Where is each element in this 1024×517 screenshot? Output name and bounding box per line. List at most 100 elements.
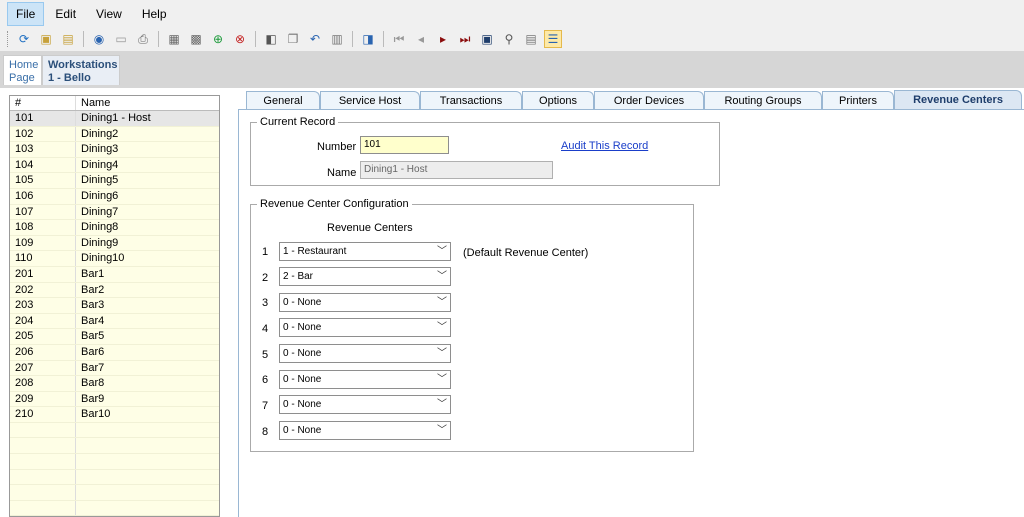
list-item[interactable]: 101 Dining1 - Host xyxy=(10,111,219,127)
new-icon[interactable]: ▣ xyxy=(37,30,55,48)
save-all-icon[interactable]: ▩ xyxy=(187,30,205,48)
list-item-number: 207 xyxy=(10,360,76,376)
breadcrumb-home-line2: Page xyxy=(9,72,35,84)
empty-cell xyxy=(10,454,76,469)
empty-cell xyxy=(10,485,76,500)
list-item[interactable]: 107 Dining7 xyxy=(10,204,219,221)
list-item[interactable]: 206 Bar6 xyxy=(10,344,219,361)
list-item-name: Bar7 xyxy=(81,361,105,374)
list-item[interactable]: 207 Bar7 xyxy=(10,360,219,377)
list-item[interactable]: 110 Dining10 xyxy=(10,251,219,267)
number-field[interactable]: 101 xyxy=(360,136,449,154)
revenue-center-select-6[interactable]: 0 - None ﹀ xyxy=(279,370,451,389)
save-icon[interactable]: ▦ xyxy=(165,30,183,48)
tab-service-host[interactable]: Service Host xyxy=(320,91,420,110)
add-icon[interactable]: ⊕ xyxy=(209,30,227,48)
revenue-center-select-5[interactable]: 0 - None ﹀ xyxy=(279,344,451,363)
list-item-number: 104 xyxy=(10,157,76,173)
breadcrumb-workstations[interactable]: Workstations 1 - Bello xyxy=(42,55,120,85)
tab-options[interactable]: Options xyxy=(522,91,594,110)
list-item[interactable]: 208 Bar8 xyxy=(10,376,219,392)
list-item[interactable]: 203 Bar3 xyxy=(10,298,219,314)
target-icon[interactable]: ◉ xyxy=(90,30,108,48)
menu-edit[interactable]: Edit xyxy=(46,2,85,26)
list-item-number: 109 xyxy=(10,235,76,251)
tab-printers[interactable]: Printers xyxy=(822,91,894,110)
header-band xyxy=(0,51,1024,88)
revenue-center-row-number: 6 xyxy=(262,374,269,386)
list-item[interactable]: 103 Dining3 xyxy=(10,142,219,158)
revenue-center-select-1[interactable]: 1 - Restaurant ﹀ xyxy=(279,242,451,261)
list-item[interactable]: 210 Bar10 xyxy=(10,407,219,423)
revenue-center-select-8[interactable]: 0 - None ﹀ xyxy=(279,421,451,440)
list-item[interactable]: 209 Bar9 xyxy=(10,391,219,408)
revenue-center-row-number: 2 xyxy=(262,272,269,284)
list-item[interactable]: 108 Dining8 xyxy=(10,220,219,236)
tab-transactions[interactable]: Transactions xyxy=(420,91,522,110)
tab-revenue-centers[interactable]: Revenue Centers xyxy=(894,90,1022,110)
toolbar-separator xyxy=(158,31,159,47)
column-header-number[interactable]: # xyxy=(10,96,76,110)
list-item-number: 202 xyxy=(10,282,76,298)
split-icon[interactable]: ◧ xyxy=(262,30,280,48)
empty-cell xyxy=(76,470,219,485)
menu-help[interactable]: Help xyxy=(133,2,176,26)
revenue-center-select-7[interactable]: 0 - None ﹀ xyxy=(279,395,451,414)
print-icon[interactable]: ⎙ xyxy=(134,30,152,48)
list-item-name: Dining2 xyxy=(81,127,119,140)
breadcrumb-ws-line1: Workstations xyxy=(48,59,118,71)
empty-cell xyxy=(10,438,76,454)
list-item-number: 110 xyxy=(10,251,76,266)
list-item-name: Dining10 xyxy=(81,252,125,265)
first-record-icon[interactable]: ⏮ xyxy=(390,30,408,48)
paste-icon[interactable]: ▥ xyxy=(328,30,346,48)
list-item-number: 105 xyxy=(10,173,76,188)
menu-view[interactable]: View xyxy=(87,2,131,26)
find-next-icon[interactable]: ▤ xyxy=(522,30,540,48)
toolbar-separator xyxy=(352,31,353,47)
list-item-name: Bar4 xyxy=(81,314,105,327)
refresh-icon[interactable]: ⟳ xyxy=(15,30,33,48)
list-item[interactable]: 106 Dining6 xyxy=(10,188,219,205)
toolbar-separator xyxy=(383,31,384,47)
list-item[interactable]: 105 Dining5 xyxy=(10,173,219,189)
list-item[interactable]: 204 Bar4 xyxy=(10,313,219,330)
breadcrumb-home[interactable]: Home Page xyxy=(3,55,42,85)
tab-order-devices[interactable]: Order Devices xyxy=(594,91,704,110)
preview-icon[interactable]: ▭ xyxy=(112,30,130,48)
revenue-center-select-4[interactable]: 0 - None ﹀ xyxy=(279,318,451,337)
chevron-down-icon: ﹀ xyxy=(437,348,447,359)
delete-icon[interactable]: ⊗ xyxy=(231,30,249,48)
goto-record-icon[interactable]: ▣ xyxy=(478,30,496,48)
list-item[interactable]: 104 Dining4 xyxy=(10,157,219,174)
list-item[interactable]: 205 Bar5 xyxy=(10,329,219,345)
previous-record-icon[interactable]: ◂ xyxy=(412,30,430,48)
revenue-center-select-2[interactable]: 2 - Bar ﹀ xyxy=(279,267,451,286)
menu-file[interactable]: File xyxy=(7,1,45,26)
column-header-name[interactable]: Name xyxy=(76,96,219,110)
list-item[interactable]: 201 Bar1 xyxy=(10,266,219,283)
select-value: 0 - None xyxy=(283,297,322,308)
audit-record-link[interactable]: Audit This Record xyxy=(561,140,648,152)
empty-cell xyxy=(10,500,76,516)
list-item[interactable]: 109 Dining9 xyxy=(10,235,219,252)
list-item-number: 205 xyxy=(10,329,76,344)
list-item-name: Dining5 xyxy=(81,174,119,187)
chevron-down-icon: ﹀ xyxy=(437,246,447,257)
table-view-icon[interactable]: ☰ xyxy=(544,30,562,48)
next-record-icon[interactable]: ▸ xyxy=(434,30,452,48)
last-record-icon[interactable]: ⏭ xyxy=(456,30,474,48)
copy-icon[interactable]: ❐ xyxy=(284,30,302,48)
open-icon[interactable]: ▤ xyxy=(59,30,77,48)
name-field: Dining1 - Host xyxy=(360,161,553,179)
layout-icon[interactable]: ◨ xyxy=(359,30,377,48)
current-record-legend: Current Record xyxy=(260,116,336,128)
tab-routing-groups[interactable]: Routing Groups xyxy=(704,91,822,110)
tab-general[interactable]: General xyxy=(246,91,320,110)
list-item-name: Bar2 xyxy=(81,283,105,296)
list-item[interactable]: 102 Dining2 xyxy=(10,126,219,143)
find-icon[interactable]: ⚲ xyxy=(500,30,518,48)
undo-icon[interactable]: ↶ xyxy=(306,30,324,48)
list-item[interactable]: 202 Bar2 xyxy=(10,282,219,299)
revenue-center-select-3[interactable]: 0 - None ﹀ xyxy=(279,293,451,312)
